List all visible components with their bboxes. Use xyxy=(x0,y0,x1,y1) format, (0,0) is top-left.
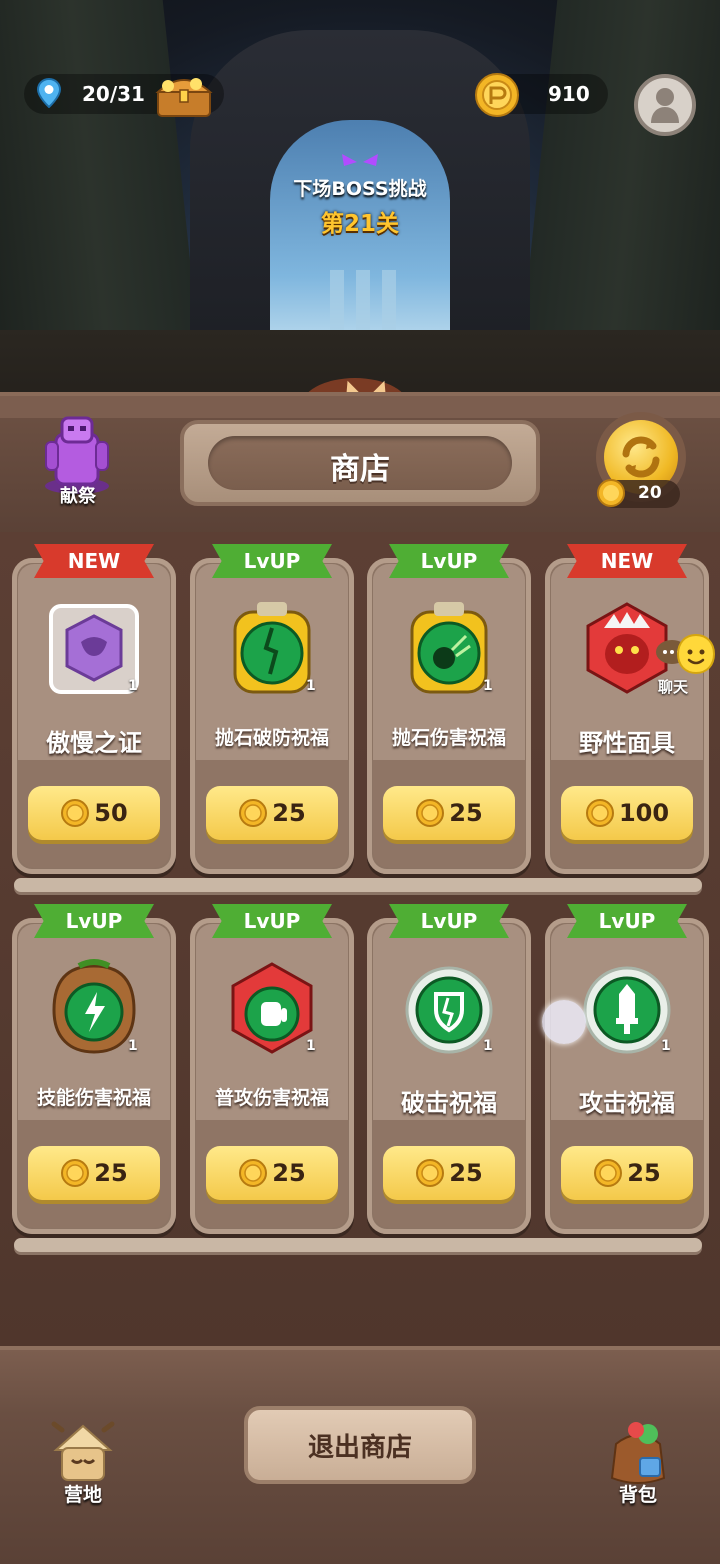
item-name: 技能伤害祝福 xyxy=(36,1087,151,1109)
character-menu-button[interactable] xyxy=(634,74,696,136)
item-price: 25 xyxy=(449,799,483,827)
touch-indicator xyxy=(542,1000,586,1044)
boss-eyes-icon xyxy=(342,154,378,166)
item-price: 25 xyxy=(449,1159,483,1187)
item-name: 破击祝福 xyxy=(401,1089,497,1117)
buy-button[interactable]: 25 xyxy=(383,786,515,840)
shelf-divider xyxy=(14,1238,702,1252)
character-silhouette-icon xyxy=(651,88,679,123)
chat-label[interactable]: 聊天 xyxy=(658,676,688,697)
item-price: 50 xyxy=(94,799,128,827)
item-count: 1 xyxy=(483,1038,493,1054)
boss-level: 第21关 xyxy=(320,211,399,237)
item-count: 1 xyxy=(661,1038,671,1054)
gold-coin-icon xyxy=(416,799,445,827)
buy-button[interactable]: 100 xyxy=(561,786,693,840)
item-name: 攻击祝福 xyxy=(579,1089,675,1117)
item-badge: LvUP xyxy=(389,904,509,938)
chat-emoji-button[interactable] xyxy=(674,632,718,676)
gold-coin-icon xyxy=(594,1159,623,1187)
boss-challenge-label: 下场BOSS挑战 xyxy=(293,178,427,200)
item-badge: LvUP xyxy=(212,904,332,938)
exit-shop-label: 退出商店 xyxy=(307,1432,412,1463)
map-pin-icon xyxy=(36,78,62,108)
stone-armor-break-icon xyxy=(227,598,317,698)
item-count: 1 xyxy=(306,678,316,694)
item-badge: LvUP xyxy=(34,904,154,938)
buy-button[interactable]: 25 xyxy=(28,1146,160,1200)
gold-coin-icon xyxy=(61,799,90,827)
pride-token-icon xyxy=(49,598,139,698)
gold-coin-icon xyxy=(416,1159,445,1187)
camp-icon[interactable] xyxy=(48,1420,118,1486)
item-count: 1 xyxy=(128,1038,138,1054)
shop-item-card[interactable]: NEW 1 傲慢之证 50 xyxy=(12,544,176,874)
shop-item-card[interactable]: LvUP 1 普攻伤害祝福 25 xyxy=(190,904,354,1234)
shop-item-card[interactable]: LvUP 1 技能伤害祝福 25 xyxy=(12,904,176,1234)
backpack-label: 背包 xyxy=(618,1484,657,1506)
gold-coin-icon xyxy=(239,799,268,827)
break-strike-icon xyxy=(404,958,494,1058)
item-name: 抛石伤害祝福 xyxy=(391,727,506,749)
item-price: 100 xyxy=(618,799,670,827)
exit-shop-button[interactable]: 退出商店 xyxy=(244,1406,476,1484)
shop-item-card[interactable]: LvUP 1 攻击祝福 25 xyxy=(545,904,709,1234)
gold-coin-icon xyxy=(475,73,519,117)
buy-button[interactable]: 50 xyxy=(28,786,160,840)
coin-count: 910 xyxy=(548,82,590,106)
stage-progress: 20/31 xyxy=(82,82,145,106)
item-price: 25 xyxy=(272,799,306,827)
skill-damage-icon xyxy=(49,958,139,1058)
item-badge: NEW xyxy=(34,544,154,578)
gold-coin-icon xyxy=(597,479,625,507)
item-price: 25 xyxy=(627,1159,661,1187)
buy-button[interactable]: 25 xyxy=(383,1146,515,1200)
item-badge: NEW xyxy=(567,544,687,578)
attack-blessing-icon xyxy=(582,958,672,1058)
shelf-divider xyxy=(14,878,702,892)
stone-damage-icon xyxy=(404,598,494,698)
item-count: 1 xyxy=(483,678,493,694)
gold-coin-icon xyxy=(585,799,614,827)
treasure-chest-icon[interactable] xyxy=(154,72,214,118)
item-name: 抛石破防祝福 xyxy=(214,727,329,749)
buy-button[interactable]: 25 xyxy=(206,786,338,840)
shop-item-card[interactable]: LvUP 1 抛石破防祝福 25 xyxy=(190,544,354,874)
shop-item-card[interactable]: LvUP 1 抛石伤害祝福 25 xyxy=(367,544,531,874)
item-count: 1 xyxy=(128,678,138,694)
item-price: 25 xyxy=(94,1159,128,1187)
item-count: 1 xyxy=(306,1038,316,1054)
gold-coin-icon xyxy=(61,1159,90,1187)
camp-label: 营地 xyxy=(63,1484,102,1506)
backpack-icon[interactable] xyxy=(602,1418,674,1488)
item-price: 25 xyxy=(272,1159,306,1187)
item-badge: LvUP xyxy=(389,544,509,578)
attack-damage-icon xyxy=(227,958,317,1058)
buy-button[interactable]: 25 xyxy=(561,1146,693,1200)
item-name: 野性面具 xyxy=(579,729,675,757)
refresh-cost: 20 xyxy=(638,483,662,503)
shop-item-card[interactable]: LvUP 1 破击祝福 25 xyxy=(367,904,531,1234)
item-badge: LvUP xyxy=(212,544,332,578)
item-badge: LvUP xyxy=(567,904,687,938)
item-name: 普攻伤害祝福 xyxy=(214,1087,329,1109)
shop-item-card[interactable]: NEW 野性面具 100 xyxy=(545,544,709,874)
buy-button[interactable]: 25 xyxy=(206,1146,338,1200)
item-name: 傲慢之证 xyxy=(46,729,142,757)
gold-coin-icon xyxy=(239,1159,268,1187)
sacrifice-label: 献祭 xyxy=(60,486,96,507)
